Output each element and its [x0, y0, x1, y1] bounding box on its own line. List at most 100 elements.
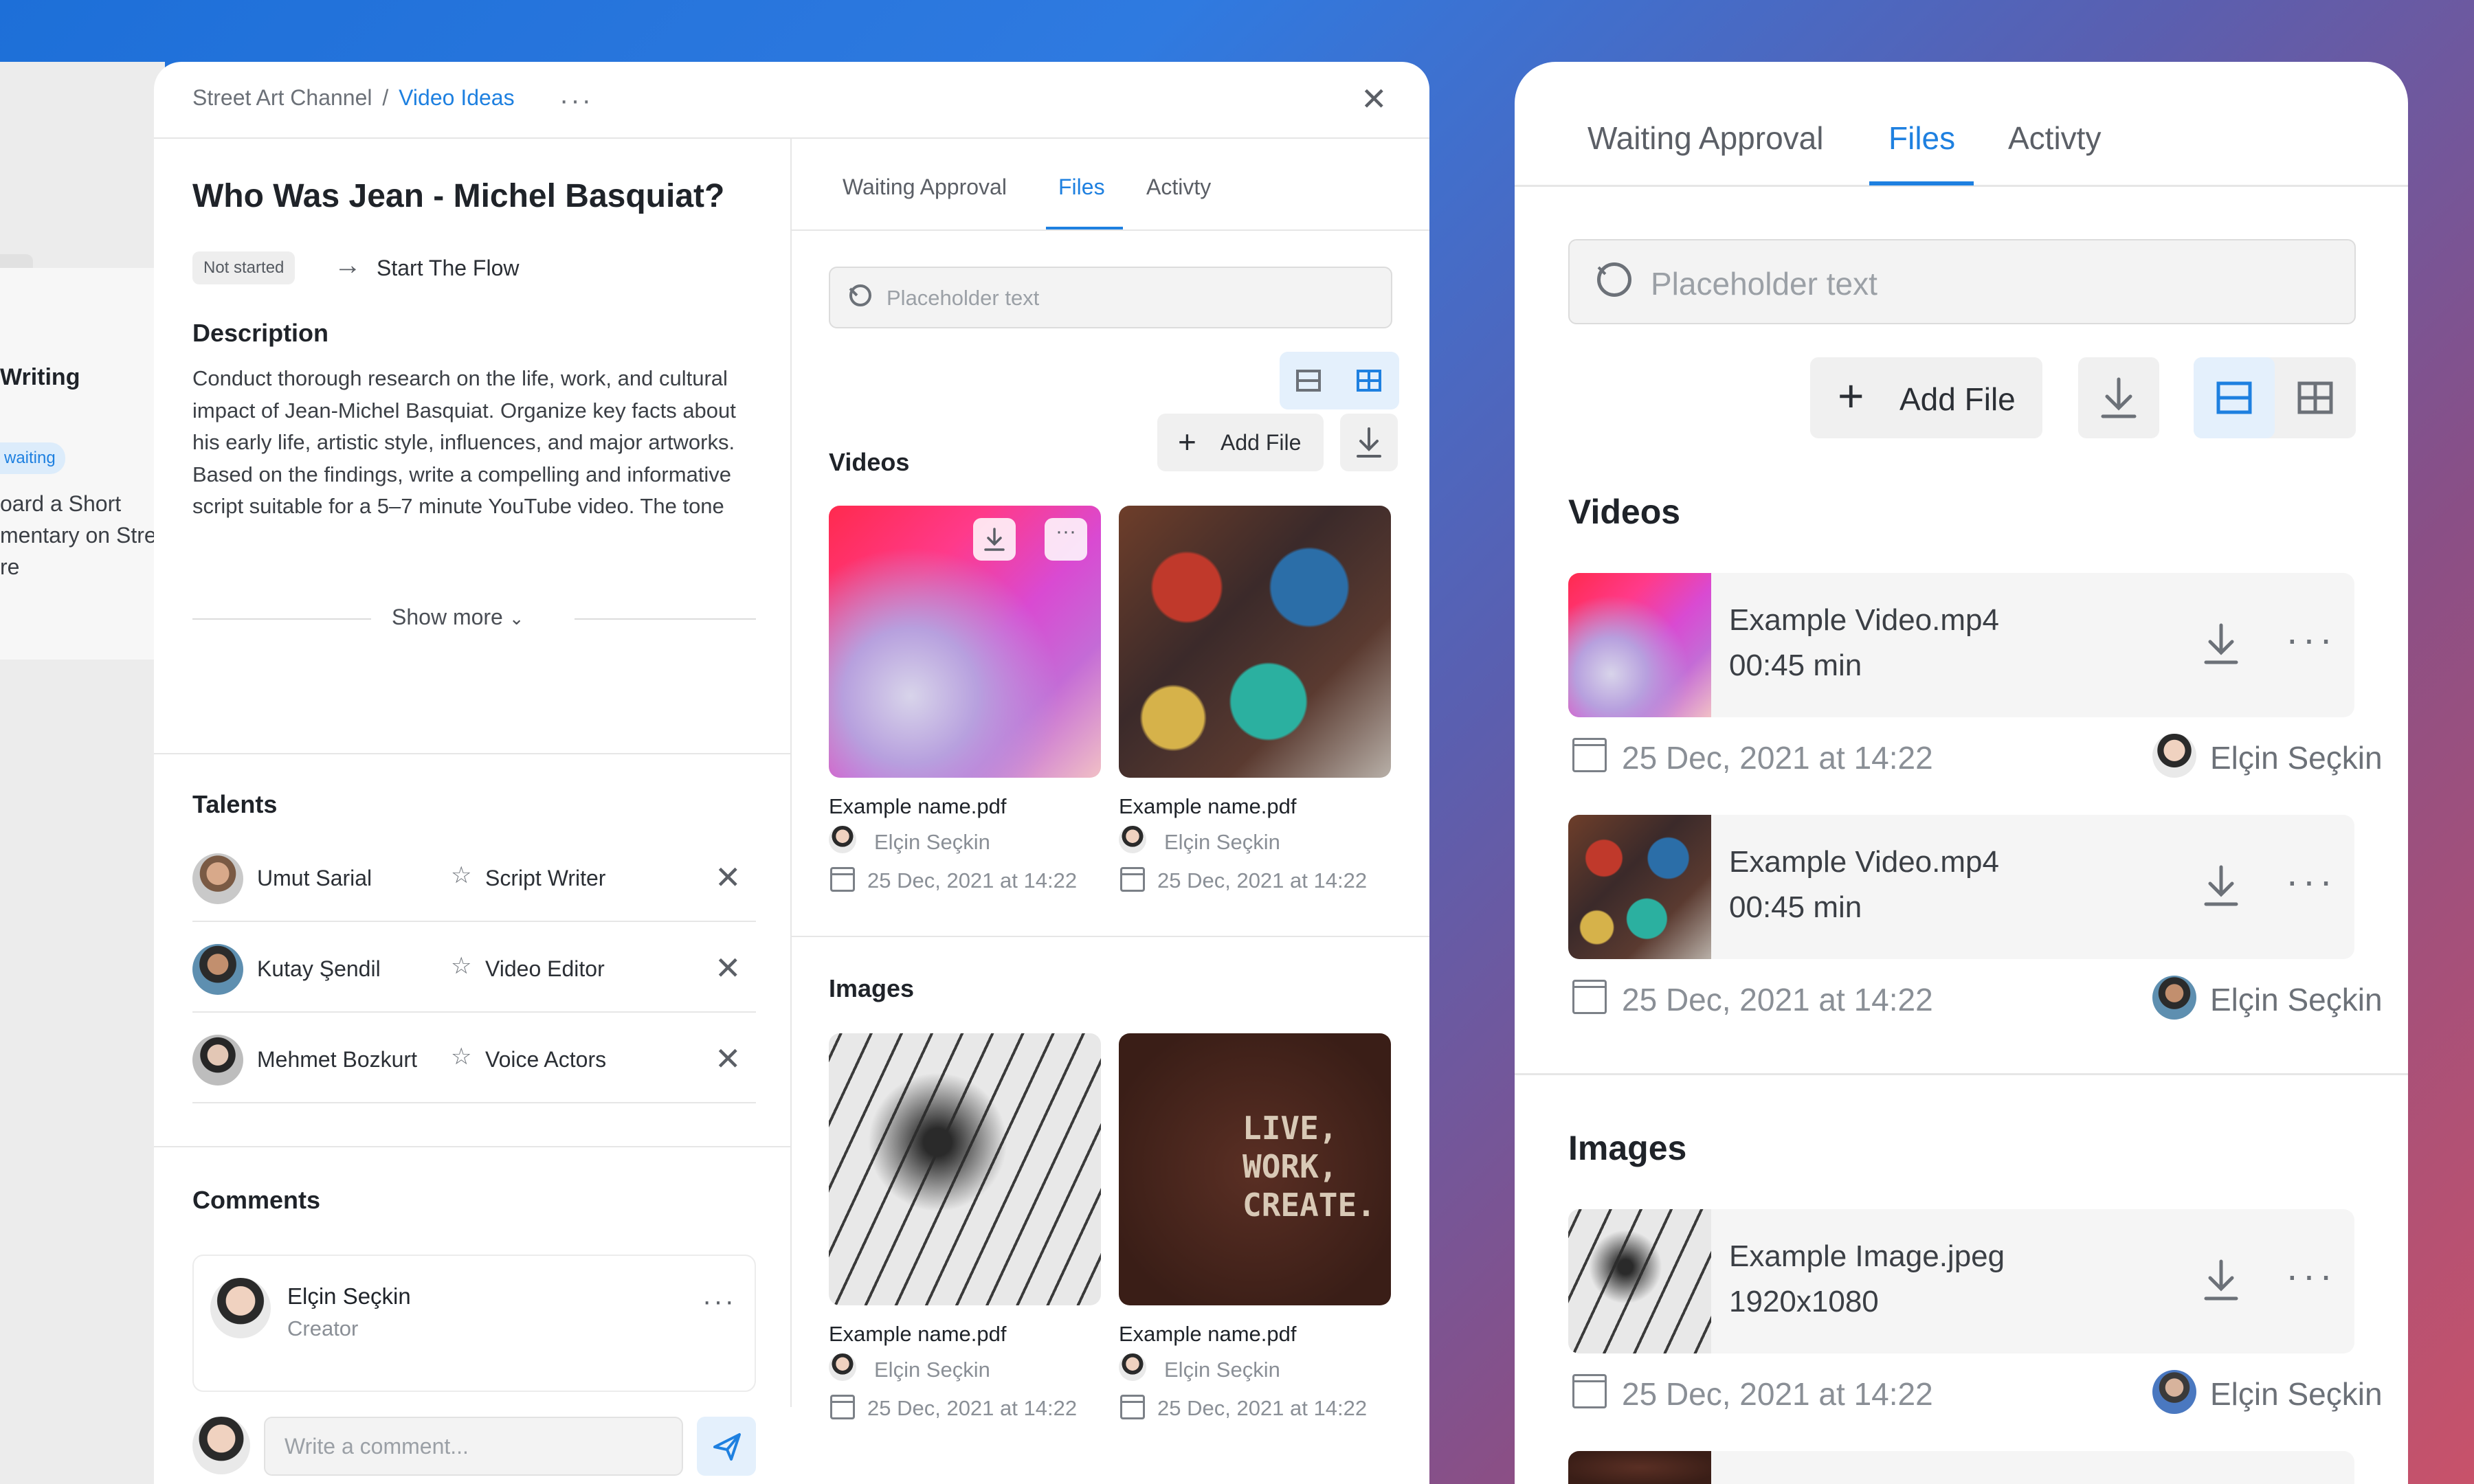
calendar-icon [1572, 738, 1607, 772]
image-thumbnail[interactable]: LIVE, WORK, CREATE. [1119, 1033, 1391, 1305]
list-item[interactable]: Example Image.jpeg 1920x1080 ··· [1568, 1209, 2354, 1353]
search-input[interactable]: Placeholder text [1568, 239, 2356, 324]
image-thumbnail [1568, 1209, 1711, 1353]
show-more-button[interactable]: Show more ⌄ [392, 605, 524, 630]
more-icon[interactable]: ··· [559, 87, 593, 114]
more-icon[interactable]: ··· [2286, 620, 2337, 658]
search-icon [1597, 262, 1631, 297]
divider [154, 1146, 792, 1147]
start-flow-button[interactable]: Start The Flow [377, 256, 519, 281]
file-author: Elçin Seçkin [874, 1358, 990, 1382]
background-panel-fragment: Writing waiting oard a Short mentary on … [0, 62, 165, 1484]
files-list-panel: Waiting Approval Files Activty Placehold… [1515, 62, 2408, 1484]
avatar [210, 1278, 271, 1338]
file-duration: 00:45 min [1729, 890, 1862, 924]
list-item[interactable]: Example Video.mp4 00:45 min ··· [1568, 815, 2354, 959]
panel-header: Street Art Channel / Video Ideas ··· ✕ [154, 62, 1429, 139]
comment-input[interactable]: Write a comment... [264, 1417, 683, 1476]
download-button[interactable] [973, 518, 1016, 561]
avatar [829, 1353, 856, 1381]
file-date: 25 Dec, 2021 at 14:22 [1157, 868, 1368, 892]
comments-heading: Comments [192, 1186, 321, 1214]
file-date: 25 Dec, 2021 at 14:22 [1622, 982, 1933, 1018]
video-thumbnail[interactable]: ··· [829, 506, 1101, 778]
grid-view-icon[interactable] [1340, 352, 1398, 409]
list-view-button[interactable] [2194, 357, 2275, 438]
wall-lettering: LIVE, WORK, CREATE. [1242, 1110, 1376, 1224]
talent-row: Kutay Şendil ☆ Video Editor ✕ [192, 923, 756, 1013]
remove-talent-button[interactable]: ✕ [715, 1040, 742, 1077]
send-button[interactable] [697, 1417, 756, 1476]
file-name[interactable]: Example name.pdf [1119, 794, 1296, 819]
breadcrumb-separator: / [382, 85, 389, 110]
tab-activity[interactable]: Activty [2008, 120, 2101, 157]
video-thumbnail [1568, 815, 1711, 959]
image-thumbnail[interactable] [829, 1033, 1101, 1305]
fragment-text: oard a Short mentary on Stre re [0, 491, 157, 579]
avatar [2152, 1370, 2196, 1414]
talent-role: Video Editor [485, 956, 605, 981]
task-title: Who Was Jean - Michel Basquiat? [192, 178, 725, 214]
file-name[interactable]: Example name.pdf [829, 1322, 1006, 1347]
status-badge[interactable]: Not started [192, 251, 296, 284]
view-toggle [2194, 357, 2356, 438]
divider [1515, 1073, 2408, 1075]
video-thumbnail [1568, 573, 1711, 717]
avatar [1119, 826, 1146, 853]
image-thumbnail [1568, 1451, 1711, 1484]
remove-talent-button[interactable]: ✕ [715, 949, 742, 987]
fragment-badge: waiting [0, 442, 65, 474]
breadcrumb-current[interactable]: Video Ideas [399, 85, 514, 110]
more-icon[interactable]: ··· [2286, 862, 2337, 900]
list-item[interactable] [1568, 1451, 2354, 1484]
file-name: Example Video.mp4 [1729, 603, 1999, 637]
active-tab-indicator [1869, 181, 1974, 186]
more-icon[interactable]: ··· [702, 1288, 736, 1315]
file-date: 25 Dec, 2021 at 14:22 [1622, 740, 1933, 776]
download-icon[interactable] [2194, 610, 2249, 679]
list-view-icon[interactable] [1280, 352, 1337, 409]
download-icon[interactable] [2194, 852, 2249, 921]
image-dimensions: 1920x1080 [1729, 1285, 1879, 1318]
download-all-button[interactable] [2078, 357, 2159, 438]
talent-role: Voice Actors [485, 1047, 607, 1072]
calendar-icon [830, 867, 855, 892]
divider [154, 753, 792, 754]
talent-name: Kutay Şendil [257, 956, 381, 981]
file-author: Elçin Seçkin [1164, 830, 1280, 854]
talent-role: Script Writer [485, 866, 606, 890]
send-icon [713, 1433, 741, 1461]
divider [792, 936, 1429, 937]
talent-name: Umut Sarial [257, 866, 372, 890]
file-name: Example Video.mp4 [1729, 845, 1999, 879]
breadcrumb-channel[interactable]: Street Art Channel [192, 85, 372, 110]
comment-card: Elçin Seçkin Creator ··· [192, 1255, 756, 1392]
add-file-button[interactable]: + Add File [1810, 357, 2042, 438]
file-name[interactable]: Example name.pdf [829, 794, 1006, 819]
breadcrumb: Street Art Channel / Video Ideas [192, 85, 515, 111]
calendar-icon [1572, 1374, 1607, 1408]
plus-icon: + [1838, 370, 1864, 421]
download-icon[interactable] [2194, 1246, 2249, 1315]
list-item[interactable]: Example Video.mp4 00:45 min ··· [1568, 573, 2354, 717]
talent-row: Mehmet Bozkurt ☆ Voice Actors ✕ [192, 1014, 756, 1103]
tab-waiting-approval[interactable]: Waiting Approval [1587, 120, 1823, 157]
files-column-content: Videos ··· Example name.pdf Elçin Seçkin… [792, 139, 1429, 1484]
file-author: Elçin Seçkin [2210, 740, 2383, 776]
description-heading: Description [192, 319, 329, 347]
more-icon[interactable]: ··· [2286, 1256, 2337, 1294]
video-thumbnail[interactable] [1119, 506, 1391, 778]
file-name[interactable]: Example name.pdf [1119, 1322, 1296, 1347]
view-toggle [1280, 352, 1399, 409]
avatar [2152, 976, 2196, 1020]
close-icon[interactable]: ✕ [1361, 83, 1388, 115]
show-more-row[interactable]: Show more ⌄ [192, 605, 756, 632]
badge-icon: ☆ [451, 1044, 472, 1070]
grid-view-icon[interactable] [2275, 357, 2356, 438]
comment-composer: Write a comment... [154, 1407, 792, 1484]
avatar [829, 826, 856, 853]
remove-talent-button[interactable]: ✕ [715, 859, 742, 896]
comment-author: Elçin Seçkin [287, 1283, 411, 1309]
tab-files[interactable]: Files [1888, 120, 1955, 157]
more-icon[interactable]: ··· [1045, 518, 1087, 561]
